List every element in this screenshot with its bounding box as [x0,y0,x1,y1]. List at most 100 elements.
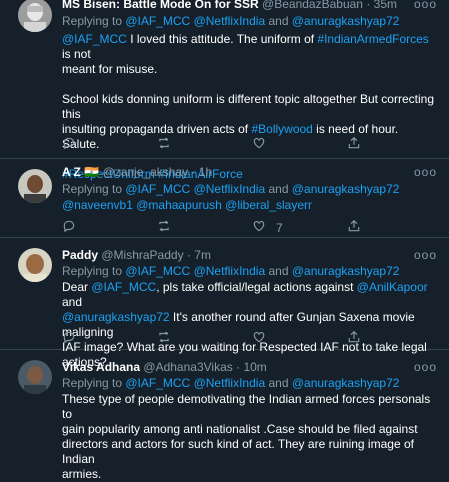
mention-link[interactable]: @NetflixIndia [194,182,266,196]
mention-link[interactable]: @NetflixIndia [194,376,266,390]
avatar[interactable] [18,169,52,203]
india-flag-icon: 🇮🇳 [84,165,100,179]
like-icon [252,330,266,348]
tweet-text-segment: insulting propaganda driven acts of [62,122,252,136]
timestamp[interactable]: 10m [243,360,266,374]
tweet-actions [62,330,362,346]
reply-button[interactable] [62,219,76,237]
retweet-button[interactable] [157,219,171,237]
replying-to: Replying to @IAF_MCC @NetflixIndia and @… [62,14,438,29]
display-name[interactable]: Paddy [62,248,98,262]
share-button[interactable] [347,136,361,154]
avatar[interactable] [18,360,52,394]
replying-to: Replying to @IAF_MCC @NetflixIndia and @… [62,182,438,197]
tweet-text-segment: directors and actors for such kind of ac… [62,437,414,466]
reply-icon [62,330,76,348]
tweet-text-segment: School kids donning uniform is different… [62,92,434,121]
mention-link[interactable]: @anuragkashyap72 [292,182,400,196]
replying-label: Replying to [62,376,126,390]
tweet-link[interactable]: #Bollywood [251,122,312,136]
share-icon [347,136,361,154]
mention-link[interactable]: @IAF_MCC [125,182,190,196]
replying-label: Replying to [62,264,126,278]
tweet-text-line: armies. [62,467,438,482]
tweet-link[interactable]: @IAF_MCC [91,280,156,294]
tweet-text-line: directors and actors for such kind of ac… [62,437,438,467]
mention-link[interactable]: @anuragkashyap72 [292,14,400,28]
mention-link[interactable]: @IAF_MCC [125,264,190,278]
reply-button[interactable] [62,330,76,348]
retweet-icon [157,330,171,348]
tweet[interactable]: Paddy @MishraPaddy · 7m ooo Replying to … [0,238,449,369]
like-icon [252,219,266,237]
share-icon [347,330,361,348]
mention-link[interactable]: @IAF_MCC [125,376,190,390]
tweet-text-line: These type of people demotivating the In… [62,392,438,422]
tweet-text-line: meant for misuse. [62,62,438,77]
user-handle[interactable]: @BeandazBabuan [262,0,363,11]
tweet-link[interactable]: #IndianArmedForces [317,32,428,46]
tweet-text-line [62,77,438,92]
tweet-text-segment: These type of people demotivating the In… [62,392,431,421]
like-icon [252,136,266,154]
mention-link[interactable]: @anuragkashyap72 [292,376,400,390]
more-options-icon[interactable]: ooo [414,248,437,263]
tweet-text-line: School kids donning uniform is different… [62,92,438,122]
user-handle[interactable]: @MishraPaddy [101,248,183,262]
separator-dot: · [366,0,371,11]
tweet-text-line: @IAF_MCC I loved this attitude. The unif… [62,32,438,62]
retweet-button[interactable] [157,330,171,348]
tweet-text: @naveenvb1 @mahaapurush @liberal_slayerr [62,198,438,213]
retweet-icon [157,136,171,154]
timestamp[interactable]: 35m [374,0,397,11]
tweet-text-segment: I loved this attitude. The uniform of [126,32,318,46]
replying-label: and [268,264,289,278]
share-button[interactable] [347,330,361,348]
tweet-actions [62,136,362,152]
tweet[interactable]: A Z 🇮🇳 @zanje_akshay · 1h ooo Replying t… [0,159,449,238]
retweet-button[interactable] [157,136,171,154]
reply-button[interactable] [62,136,76,154]
timestamp[interactable]: 7m [194,248,211,262]
tweet-text-segment: armies. [62,467,102,481]
tweet-link[interactable]: @anuragkashyap72 [62,310,170,324]
avatar[interactable] [18,248,52,282]
tweet[interactable]: Vikas Adhana @Adhana3Vikas · 10m ooo Rep… [0,350,449,481]
display-name[interactable]: MS Bisen: Battle Mode On for SSR [62,0,259,11]
mention-link[interactable]: @anuragkashyap72 [292,264,400,278]
more-options-icon[interactable]: ooo [414,165,437,180]
tweet[interactable]: MS Bisen: Battle Mode On for SSR @Beanda… [0,0,449,181]
user-handle[interactable]: @Adhana3Vikas [143,360,232,374]
mention-link[interactable]: @NetflixIndia [194,14,266,28]
display-name[interactable]: A Z [62,165,81,179]
tweet-text-segment: meant for misuse. [62,62,158,76]
tweet-link[interactable]: @IAF_MCC [62,32,127,46]
mention-link[interactable]: @NetflixIndia [194,264,266,278]
more-options-icon[interactable]: ooo [414,0,437,12]
tweet-text-line: Dear @IAF_MCC, pls take official/legal a… [62,280,438,310]
replying-label: and [268,14,289,28]
tweet-text-segment: and [62,295,83,309]
tweet-header: Paddy @MishraPaddy · 7m [62,248,438,263]
like-button[interactable]: 7 [252,219,283,237]
like-button[interactable] [252,136,276,154]
reply-icon [62,219,76,237]
display-name[interactable]: Vikas Adhana [62,360,140,374]
tweet-text: These type of people demotivating the In… [62,392,438,482]
tweet-header: Vikas Adhana @Adhana3Vikas · 10m [62,360,438,375]
user-handle[interactable]: @zanje_akshay [103,165,189,179]
more-options-icon[interactable]: ooo [414,360,437,375]
mention-link[interactable]: @IAF_MCC [125,14,190,28]
tweet-link[interactable]: @AnilKapoor [357,280,428,294]
tweet-link[interactable]: @naveenvb1 @mahaapurush @liberal_slayerr [62,198,312,212]
separator-dot: · [186,248,191,262]
like-button[interactable] [252,330,276,348]
tweet-header: A Z 🇮🇳 @zanje_akshay · 1h [62,165,438,180]
replying-label: and [268,182,289,196]
replying-label: and [268,376,289,390]
timestamp[interactable]: 1h [199,165,212,179]
like-count: 7 [276,220,283,235]
retweet-icon [157,219,171,237]
avatar[interactable] [18,0,52,32]
share-button[interactable] [347,219,361,237]
